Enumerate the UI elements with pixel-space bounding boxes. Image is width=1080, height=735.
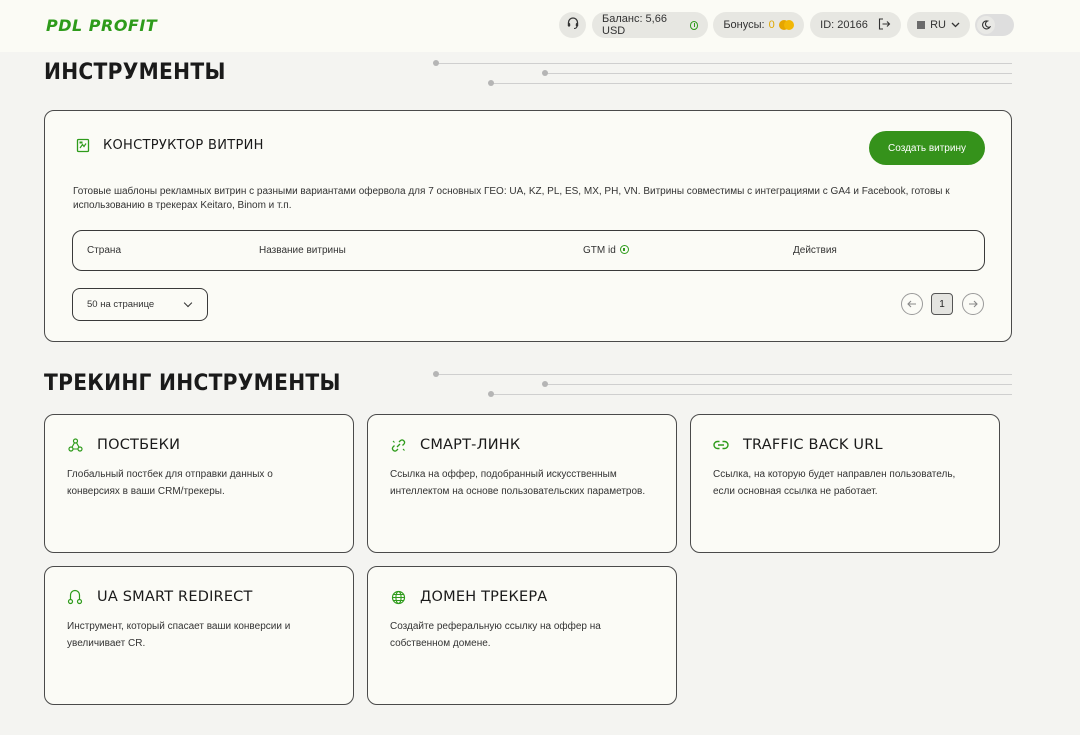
column-storefront-name: Название витрины	[259, 245, 346, 256]
logo[interactable]: PDL PROFIT	[46, 16, 157, 35]
globe-icon	[390, 589, 406, 605]
tool-card-header: ДОМЕН ТРЕКЕРА	[390, 589, 547, 605]
tool-card-description: Ссылка, на которую будет направлен польз…	[713, 469, 956, 497]
tool-card-description: Создайте реферальную ссылку на оффер на …	[390, 621, 601, 649]
tool-card-header: UA SMART REDIRECT	[67, 589, 253, 605]
tool-card-title: ДОМЕН ТРЕКЕРА	[420, 589, 548, 605]
bonus-badge[interactable]: Бонусы: 0	[713, 12, 804, 38]
constructor-description: Готовые шаблоны рекламных витрин с разны…	[73, 186, 950, 211]
balance-badge[interactable]: Баланс: 5,66 USD	[592, 12, 708, 38]
language-code: RU	[930, 19, 946, 31]
tool-card-traffic-back-url[interactable]: TRAFFIC BACK URL Ссылка, на которую буде…	[690, 414, 1000, 553]
tool-card-title: СМАРТ-ЛИНК	[420, 437, 521, 453]
tool-card-header: TRAFFIC BACK URL	[713, 437, 883, 453]
storefront-icon	[75, 137, 91, 153]
column-actions: Действия	[793, 245, 837, 256]
tool-card-header: ПОСТБЕКИ	[67, 437, 180, 453]
per-page-value: 50 на странице	[87, 299, 155, 310]
bonus-label: Бонусы:	[723, 19, 765, 31]
arrow-right-icon	[969, 300, 978, 308]
storefront-table-header: Страна Название витрины GTM id Действия	[72, 230, 985, 271]
create-storefront-button[interactable]: Создать витрину	[869, 131, 985, 165]
tool-card-title: UA SMART REDIRECT	[97, 589, 253, 605]
balance-text: Баланс: 5,66 USD	[602, 13, 667, 37]
info-icon[interactable]	[619, 245, 629, 254]
chevron-down-icon	[183, 298, 193, 308]
tool-card-title: TRAFFIC BACK URL	[743, 437, 883, 453]
user-id-badge[interactable]: ID: 20166	[810, 12, 901, 38]
link-icon	[713, 437, 729, 453]
tool-card-description: Глобальный постбек для отправки данных о…	[67, 469, 273, 497]
tool-card-postbacks[interactable]: ПОСТБЕКИ Глобальный постбек для отправки…	[44, 414, 354, 553]
tool-card-smart-link[interactable]: СМАРТ-ЛИНК Ссылка на оффер, подобранный …	[367, 414, 677, 553]
page-number-button[interactable]: 1	[931, 293, 953, 315]
broken-link-icon	[390, 437, 406, 453]
route-icon	[67, 589, 83, 605]
prev-page-button[interactable]	[901, 293, 923, 315]
constructor-title: КОНСТРУКТОР ВИТРИН	[103, 137, 264, 153]
user-id: ID: 20166	[820, 19, 868, 31]
theme-toggle[interactable]	[975, 14, 1014, 36]
per-page-select[interactable]: 50 на странице	[72, 288, 208, 321]
tool-card-description: Инструмент, который спасает ваши конверс…	[67, 621, 291, 649]
tool-card-title: ПОСТБЕКИ	[97, 437, 181, 453]
coins-icon	[778, 20, 794, 30]
network-icon	[67, 437, 83, 453]
info-icon	[689, 20, 698, 30]
headset-icon	[566, 16, 580, 35]
column-gtm-label: GTM id	[583, 245, 616, 256]
flag-icon	[917, 21, 926, 29]
language-selector[interactable]: RU	[907, 12, 970, 38]
column-country: Страна	[87, 245, 122, 256]
storefront-constructor-card: КОНСТРУКТОР ВИТРИН Создать витрину Готов…	[44, 110, 1012, 342]
constructor-header: КОНСТРУКТОР ВИТРИН	[75, 137, 264, 153]
tool-card-ua-smart-redirect[interactable]: UA SMART REDIRECT Инструмент, который сп…	[44, 566, 354, 705]
bonus-value: 0	[768, 19, 775, 31]
top-header: PDL PROFIT Баланс: 5,66 USD Бонусы: 0 ID…	[0, 0, 1080, 52]
logout-icon[interactable]	[878, 17, 891, 33]
chevron-down-icon	[951, 19, 960, 31]
tool-card-description: Ссылка на оффер, подобранный искусственн…	[390, 469, 646, 497]
tool-card-tracker-domain[interactable]: ДОМЕН ТРЕКЕРА Создайте реферальную ссылк…	[367, 566, 677, 705]
arrow-left-icon	[907, 300, 916, 308]
page-title: ИНСТРУМЕНТЫ	[44, 60, 226, 85]
tracking-section-title: ТРЕКИНГ ИНСТРУМЕНТЫ	[44, 371, 341, 396]
tool-card-header: СМАРТ-ЛИНК	[390, 437, 520, 453]
moon-icon	[977, 16, 995, 34]
support-button[interactable]	[559, 12, 586, 38]
column-gtm-id: GTM id	[583, 245, 629, 256]
next-page-button[interactable]	[962, 293, 984, 315]
